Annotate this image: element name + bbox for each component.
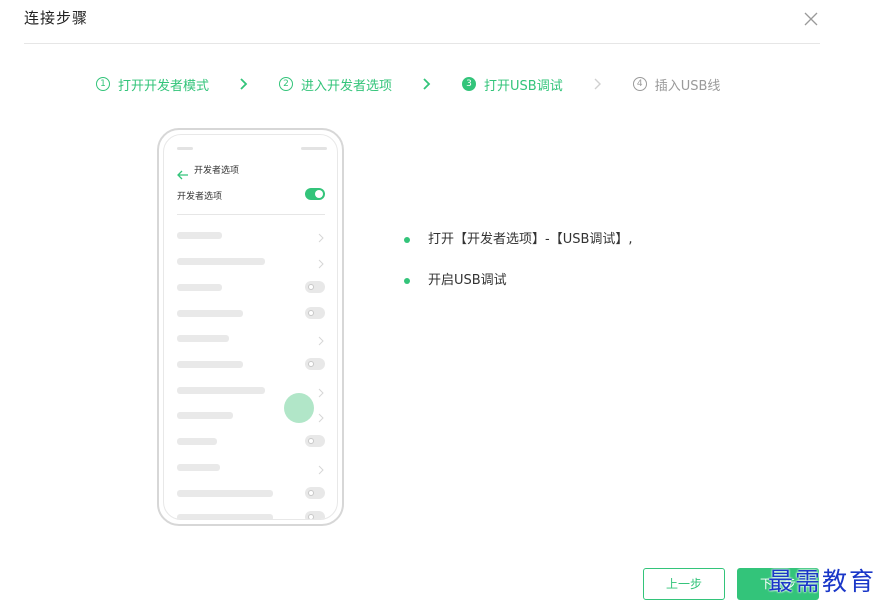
instruction-item: 开启USB调试: [404, 271, 633, 291]
list-item: [177, 511, 325, 519]
placeholder-bar: [177, 438, 217, 445]
placeholder-bar: [177, 387, 265, 394]
toggle-off: [305, 281, 325, 293]
back-arrow-icon: [177, 165, 189, 180]
close-icon[interactable]: [801, 9, 821, 29]
status-bar-left: [177, 147, 193, 150]
step-label: 打开开发者模式: [118, 78, 210, 94]
bullet-icon: [404, 278, 410, 284]
step-4: 4 插入USB线: [632, 75, 721, 94]
step-label: 进入开发者选项: [301, 78, 393, 94]
chevron-right-icon: [317, 461, 325, 475]
list-item: [177, 487, 325, 499]
list-item: [177, 358, 325, 370]
toggle-off: [305, 307, 325, 319]
phone-screen: 开发者选项 开发者选项: [163, 134, 338, 520]
toggle-off: [305, 358, 325, 370]
phone-illustration: 开发者选项 开发者选项: [157, 128, 344, 526]
instruction-text: 打开【开发者选项】-【USB调试】,: [428, 232, 633, 247]
list-item: [177, 229, 325, 243]
instruction-item: 打开【开发者选项】-【USB调试】,: [404, 230, 633, 250]
placeholder-bar: [177, 361, 243, 368]
chevron-right-icon: [239, 78, 249, 90]
chevron-right-icon: [317, 255, 325, 269]
step-number: 2: [279, 77, 294, 91]
toggle-off: [305, 435, 325, 447]
toggle-off: [305, 511, 325, 519]
step-number: 1: [96, 77, 110, 91]
instruction-list: 打开【开发者选项】-【USB调试】, 开启USB调试: [404, 230, 633, 312]
list-item: [177, 281, 325, 293]
instruction-text: 开启USB调试: [428, 273, 507, 288]
developer-options-label: 开发者选项: [177, 192, 223, 202]
watermark: 最需教育: [768, 567, 877, 596]
chevron-right-icon: [317, 229, 325, 243]
placeholder-bar: [177, 464, 220, 471]
step-1: 1 打开开发者模式: [96, 75, 209, 94]
placeholder-bar: [177, 310, 243, 317]
developer-options-toggle: [305, 188, 325, 200]
step-label: 打开USB调试: [484, 78, 563, 94]
step-number: 3: [462, 77, 477, 91]
tap-indicator: [284, 393, 314, 423]
placeholder-bar: [177, 514, 273, 519]
step-2: 2 进入开发者选项: [279, 75, 392, 94]
chevron-right-icon: [593, 78, 603, 90]
chevron-right-icon: [317, 409, 325, 423]
dialog-title: 连接步骤: [24, 9, 89, 27]
chevron-right-icon: [422, 78, 432, 90]
status-bar-right: [301, 147, 327, 150]
placeholder-bar: [177, 232, 222, 239]
phone-divider: [177, 214, 325, 215]
list-item: [177, 332, 325, 346]
step-label: 插入USB线: [654, 78, 721, 94]
chevron-right-icon: [317, 384, 325, 398]
list-item: [177, 461, 325, 475]
previous-step-button[interactable]: 上一步: [643, 568, 725, 600]
placeholder-bar: [177, 284, 222, 291]
placeholder-bar: [177, 258, 265, 265]
chevron-right-icon: [317, 332, 325, 346]
placeholder-bar: [177, 490, 273, 497]
bullet-icon: [404, 237, 410, 243]
list-item: [177, 255, 325, 269]
header-divider: [24, 43, 820, 44]
phone-screen-title: 开发者选项: [194, 166, 240, 176]
stepper: 1 打开开发者模式 2 进入开发者选项 3 打开USB调试 4 插入USB线: [96, 72, 720, 96]
step-3: 3 打开USB调试: [462, 75, 563, 94]
toggle-off: [305, 487, 325, 499]
list-item: [177, 307, 325, 319]
placeholder-bar: [177, 335, 229, 342]
step-number: 4: [632, 77, 647, 91]
list-item: [177, 435, 325, 447]
placeholder-bar: [177, 412, 233, 419]
